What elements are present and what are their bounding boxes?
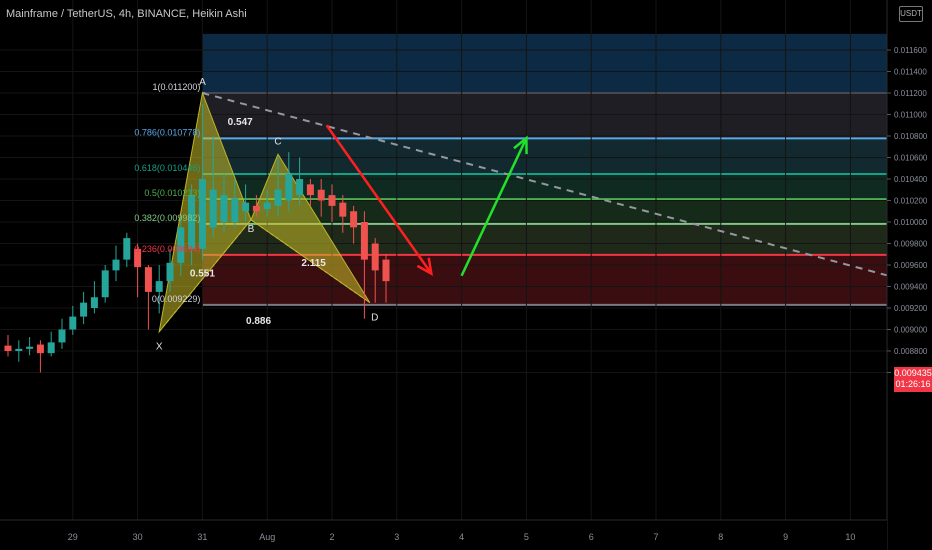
- candle-body[interactable]: [4, 345, 12, 351]
- fib-level-label: 0.236(0.009694): [134, 244, 200, 254]
- candle-body[interactable]: [371, 243, 379, 271]
- currency-button[interactable]: USDT: [899, 6, 923, 22]
- y-tick-label: 0.009400: [894, 283, 928, 292]
- fib-level-label: 0.786(0.010778): [134, 127, 200, 137]
- candle-body[interactable]: [123, 238, 131, 260]
- candle-body[interactable]: [317, 189, 325, 201]
- candle-body[interactable]: [80, 302, 88, 317]
- y-tick-label: 0.010400: [894, 175, 928, 184]
- candle-body[interactable]: [360, 222, 368, 260]
- candle-body[interactable]: [252, 205, 260, 212]
- candle-body[interactable]: [47, 342, 55, 354]
- time-axis: 29 30 31 Aug 2 3 4 5 6 7 8 9 10: [0, 519, 887, 550]
- x-tick-label: 7: [653, 532, 658, 542]
- fib-level-label: 1(0.011200): [153, 82, 201, 92]
- last-price: 0.009435: [894, 368, 932, 378]
- y-tick-label: 0.011400: [894, 68, 927, 77]
- candle-body[interactable]: [166, 262, 174, 282]
- x-tick-label: 4: [459, 532, 464, 542]
- x-tick-label: 31: [197, 532, 207, 542]
- fib-level-label: 0(0.009229): [152, 294, 201, 304]
- y-tick-label: 0.011600: [894, 46, 927, 55]
- pattern-point-label: B: [248, 224, 255, 235]
- candle-body[interactable]: [242, 202, 250, 212]
- candle-body[interactable]: [220, 195, 228, 222]
- y-tick-label: 0.010200: [894, 197, 928, 206]
- pattern-point-label: D: [371, 313, 378, 324]
- ratio-label: 0.551: [190, 269, 215, 280]
- candle-body[interactable]: [36, 344, 44, 354]
- candle-body[interactable]: [382, 259, 390, 282]
- x-tick-label: 6: [589, 532, 594, 542]
- candle-body[interactable]: [90, 297, 98, 308]
- candle-body[interactable]: [350, 211, 358, 228]
- x-tick-label: 10: [845, 532, 855, 542]
- bar-countdown: 01:26:16: [895, 379, 931, 389]
- y-tick-label: 0.011200: [894, 89, 927, 98]
- fib-level-label: 0.618(0.010446): [134, 163, 200, 173]
- x-tick-label: 5: [524, 532, 529, 542]
- y-tick-label: 0.009000: [894, 326, 928, 335]
- y-tick-label: 0.010000: [894, 218, 928, 227]
- y-tick-label: 0.008800: [894, 347, 928, 356]
- fib-zone: [202, 138, 932, 175]
- x-tick-label: 8: [718, 532, 723, 542]
- last-price-tag: 0.009435 01:26:16: [894, 367, 932, 392]
- pattern-point-label: X: [156, 342, 163, 353]
- candle-body[interactable]: [339, 202, 347, 217]
- y-tick-label: 0.009800: [894, 240, 928, 249]
- candle-body[interactable]: [155, 281, 163, 292]
- price-axis: 0.011600 0.011400 0.011200 0.011000 0.010800…: [886, 0, 932, 550]
- candle-body[interactable]: [144, 267, 152, 292]
- fib-zone: [202, 33, 932, 93]
- candle-body[interactable]: [231, 198, 239, 222]
- candle-body[interactable]: [15, 348, 23, 351]
- pattern-point-label: C: [274, 136, 281, 147]
- y-tick-label: 0.011000: [894, 111, 927, 120]
- candle-body[interactable]: [112, 259, 120, 271]
- x-tick-label: 29: [68, 532, 78, 542]
- candle-body[interactable]: [69, 316, 77, 330]
- candle-body[interactable]: [209, 189, 217, 228]
- chart-legend: Mainframe / TetherUS, 4h, BINANCE, Heiki…: [6, 8, 247, 20]
- fib-level-label: 0.382(0.009982): [134, 213, 200, 223]
- candle-body[interactable]: [26, 346, 34, 349]
- y-tick-label: 0.010600: [894, 154, 928, 163]
- ratio-label: 0.886: [246, 316, 271, 327]
- fib-zone: [202, 93, 932, 139]
- y-tick-label: 0.010800: [894, 132, 928, 141]
- candle-body[interactable]: [58, 329, 66, 343]
- candle-body[interactable]: [274, 189, 282, 206]
- candle-body[interactable]: [296, 179, 304, 196]
- y-tick-label: 0.009200: [894, 304, 928, 313]
- price-chart[interactable]: 1(0.011200) 0.786(0.010778) 0.618(0.010446…: [0, 0, 932, 550]
- x-tick-label: 9: [783, 532, 788, 542]
- fib-level-label: 0.5(0.010213): [144, 188, 200, 198]
- x-tick-label: Aug: [259, 532, 275, 542]
- x-tick-label: 2: [329, 532, 334, 542]
- ratio-label: 0.547: [228, 117, 253, 128]
- candle-body[interactable]: [101, 270, 109, 298]
- price-axis-bg: [887, 0, 932, 550]
- candle-body[interactable]: [306, 184, 314, 196]
- y-tick-label: 0.009600: [894, 261, 928, 270]
- x-tick-label: 30: [133, 532, 143, 542]
- ratio-label: 2.115: [301, 258, 326, 269]
- candle-body[interactable]: [328, 195, 336, 206]
- pattern-point-label: A: [199, 77, 206, 88]
- x-tick-label: 3: [394, 532, 399, 542]
- candle-body[interactable]: [285, 173, 293, 201]
- candle-body[interactable]: [263, 202, 271, 210]
